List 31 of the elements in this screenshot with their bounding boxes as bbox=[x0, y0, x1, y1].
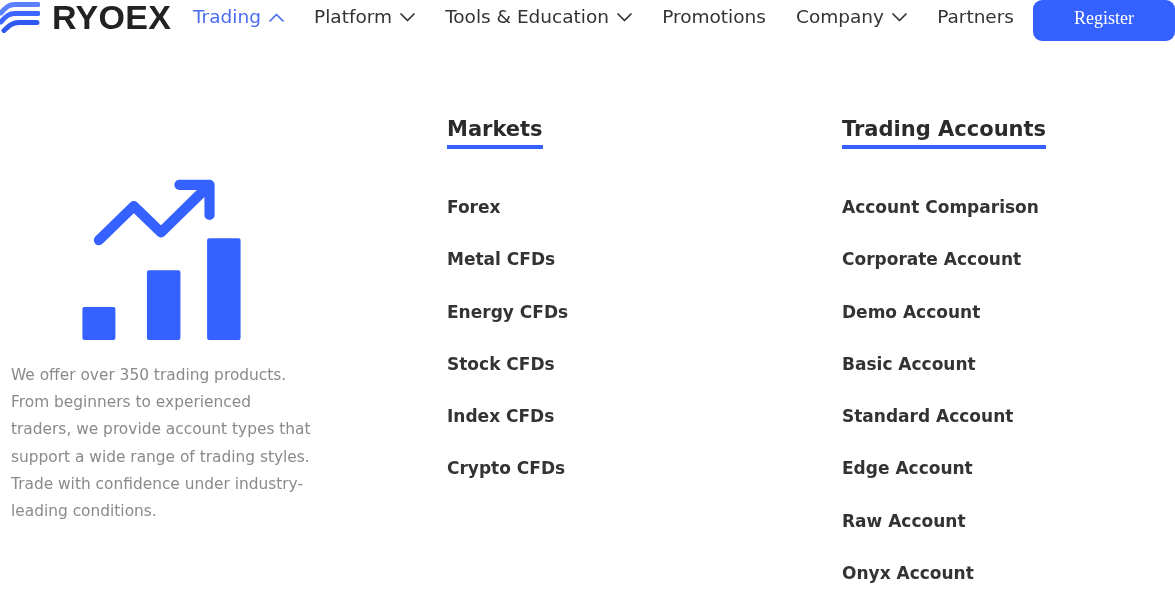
menu-link[interactable]: Standard Account bbox=[842, 404, 1014, 429]
section-heading: Markets bbox=[447, 115, 543, 149]
menu-link[interactable]: Demo Account bbox=[842, 299, 981, 324]
menu-link[interactable]: Energy CFDs bbox=[447, 299, 569, 324]
menu-link[interactable]: Stock CFDs bbox=[447, 351, 555, 376]
nav-link[interactable]: Partners bbox=[937, 5, 1014, 29]
menu-link[interactable]: Metal CFDs bbox=[447, 247, 556, 272]
chevron-up-icon bbox=[268, 12, 284, 22]
chevron-down-icon bbox=[892, 12, 907, 22]
menu-link[interactable]: Edge Account bbox=[842, 456, 973, 481]
menu-link[interactable]: Corporate Account bbox=[842, 247, 1022, 272]
menu-link[interactable]: Onyx Account bbox=[842, 561, 974, 586]
menu-description: We offer over 350 trading products. From beginners to experienced traders, we provide account types that support a wide range of trading styles. Trade with confidence under industry-leading conditions. bbox=[11, 365, 312, 522]
menu-link[interactable]: Raw Account bbox=[842, 508, 966, 533]
logo-icon[interactable] bbox=[0, 1, 40, 33]
nav-link[interactable]: Platform bbox=[314, 5, 416, 29]
menu-link[interactable]: Crypto CFDs bbox=[447, 456, 566, 481]
menu-link[interactable]: Index CFDs bbox=[447, 404, 555, 429]
menu-link[interactable]: Account Comparison bbox=[842, 195, 1039, 219]
nav-link[interactable]: Trading bbox=[193, 5, 284, 29]
nav-link[interactable]: Tools & Education bbox=[445, 5, 632, 29]
nav-link[interactable]: Promotions bbox=[662, 5, 766, 29]
menu-link[interactable]: Forex bbox=[447, 195, 501, 219]
chevron-down-icon bbox=[617, 12, 632, 22]
register-button[interactable]: Register bbox=[1033, 0, 1175, 41]
chevron-down-icon bbox=[400, 12, 416, 22]
section-heading: Trading Accounts bbox=[842, 115, 1047, 149]
logo-text[interactable]: RYOEX bbox=[52, 0, 172, 34]
menu-link[interactable]: Basic Account bbox=[842, 351, 976, 376]
rising-chart-icon bbox=[80, 178, 243, 342]
nav-link[interactable]: Company bbox=[796, 5, 907, 29]
